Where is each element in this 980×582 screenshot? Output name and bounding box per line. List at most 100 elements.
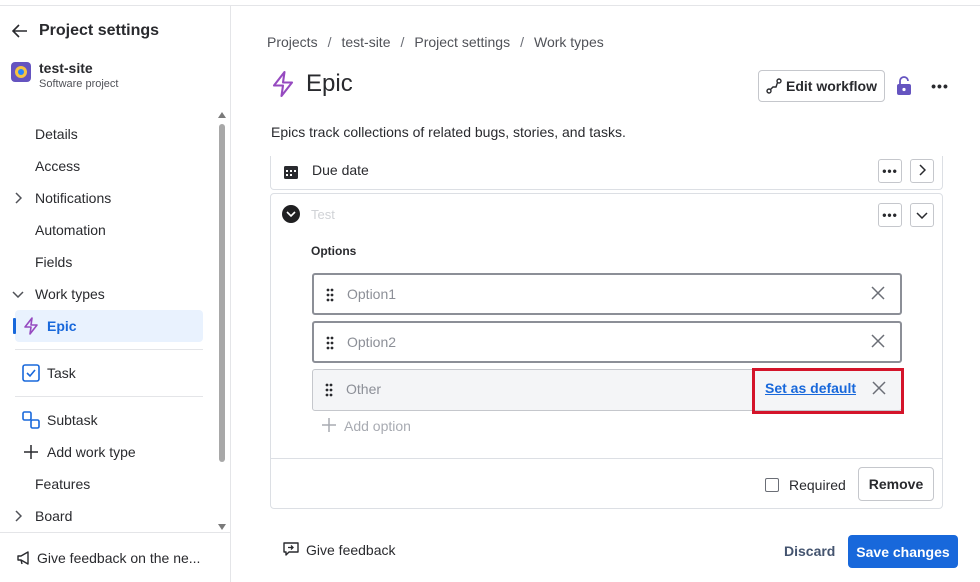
sidebar-item-label: Notifications [35,190,112,206]
project-type: Software project [39,78,119,90]
sidebar-item-label: Subtask [47,412,98,428]
field-footer: Required Remove [271,458,942,508]
breadcrumb-separator: / [520,34,524,50]
more-icon: ••• [882,164,898,178]
sidebar-item-subtask[interactable]: Subtask [0,404,216,436]
sidebar-item-epic[interactable]: Epic [13,310,203,342]
page-description: Epics track collections of related bugs,… [271,124,626,140]
checkbox[interactable] [765,478,779,492]
field-collapse-button[interactable] [910,203,934,227]
sidebar-item-label: Board [35,508,73,524]
option-value[interactable]: Other [346,381,381,397]
discard-button[interactable]: Discard [784,543,835,559]
give-feedback-button[interactable]: Give feedback [283,541,396,559]
drag-handle-icon[interactable] [324,287,336,303]
breadcrumb-item[interactable]: Projects [267,34,318,50]
divider [15,349,203,350]
annotation-highlight-box [752,368,904,414]
drag-handle-icon[interactable] [323,382,335,398]
calendar-icon [283,164,299,180]
project-name: test-site [39,60,93,76]
sidebar-item-task[interactable]: Task [0,357,216,389]
main-content: Projects / test-site / Project settings / W… [232,6,980,582]
sidebar-title: Project settings [39,22,160,39]
back-arrow-icon[interactable] [10,21,30,41]
field-more-button[interactable]: ••• [878,203,902,227]
add-option-label: Add option [344,418,411,434]
sidebar-item-label: Task [47,365,76,381]
sidebar-item-fields[interactable]: Fields [0,246,216,278]
subtask-icon [22,411,40,429]
chevron-down-icon[interactable] [12,288,24,300]
save-changes-button[interactable]: Save changes [848,535,958,568]
breadcrumb-item[interactable]: Work types [534,34,604,50]
lightning-icon [269,70,297,98]
option-value[interactable]: Option2 [347,334,396,350]
sidebar-item-work-types[interactable]: Work types [0,278,216,310]
lightning-icon [22,317,40,335]
sidebar-item-label: Epic [47,318,77,334]
option-value[interactable]: Option1 [347,286,396,302]
chevron-right-icon [918,163,927,179]
sidebar-item-label: Features [35,476,91,492]
breadcrumb-item[interactable]: test-site [341,34,390,50]
more-icon: ••• [882,208,898,222]
sidebar-nav: Details Access Notifications Automation … [0,118,216,532]
close-icon[interactable] [871,334,887,350]
feedback-icon [283,541,301,559]
chevron-right-icon[interactable] [12,510,24,522]
sidebar-item-label: Details [35,126,78,142]
sidebar: Project settings test-site Software proj… [0,6,231,582]
page-header: Epic [269,70,353,98]
sidebar-item-add-work-type[interactable]: Add work type [0,436,216,468]
sidebar-item-access[interactable]: Access [0,150,216,182]
sidebar-item-details[interactable]: Details [0,118,216,150]
scroll-down-arrow-icon[interactable] [218,524,226,530]
breadcrumb-separator: / [327,34,332,50]
drag-handle-icon[interactable] [324,335,336,351]
task-checkbox-icon [22,364,40,382]
close-icon[interactable] [871,286,887,302]
remove-button[interactable]: Remove [858,467,934,501]
sidebar-item-features[interactable]: Features [0,468,216,500]
sidebar-feedback[interactable]: Give feedback on the ne... [0,532,230,582]
field-type-icon [282,205,300,223]
breadcrumb: Projects / test-site / Project settings / W… [267,34,604,50]
plus-icon [322,418,338,434]
sidebar-item-board[interactable]: Board [0,500,216,532]
project-info: test-site Software project [11,60,118,92]
option-row[interactable]: Option1 [312,273,902,315]
megaphone-icon [15,549,33,567]
workflow-icon [766,78,782,94]
sidebar-item-notifications[interactable]: Notifications [0,182,216,214]
chevron-right-icon[interactable] [12,192,24,204]
option-row[interactable]: Option2 [312,321,902,363]
unlock-icon[interactable] [894,74,914,98]
sidebar-header: Project settings [10,20,159,42]
breadcrumb-separator: / [400,34,405,50]
page-title[interactable]: Epic [306,70,353,98]
plus-icon [22,443,40,461]
add-option-button[interactable]: Add option [322,418,411,434]
scroll-up-arrow-icon[interactable] [218,112,226,118]
field-name[interactable]: Test [311,207,335,222]
sidebar-item-automation[interactable]: Automation [0,214,216,246]
more-actions-icon[interactable]: ••• [928,76,952,96]
edit-workflow-button[interactable]: Edit workflow [758,70,885,102]
field-due-date[interactable]: Due date ••• [270,156,943,190]
scroll-thumb[interactable] [219,124,225,462]
sidebar-item-label: Add work type [47,444,136,460]
options-label: Options [311,244,357,258]
give-feedback-label: Give feedback [306,542,396,558]
required-checkbox[interactable]: Required [765,477,846,493]
field-expand-button[interactable] [910,159,934,183]
required-label: Required [789,477,846,493]
sidebar-item-label: Fields [35,254,73,270]
divider [15,396,203,397]
field-test: Test ••• Options Option1 Option2 Other S… [270,193,943,509]
chevron-down-icon [916,208,928,222]
sidebar-item-label: Access [35,158,81,174]
field-more-button[interactable]: ••• [878,159,902,183]
sidebar-scrollbar[interactable] [217,112,227,532]
breadcrumb-item[interactable]: Project settings [414,34,510,50]
